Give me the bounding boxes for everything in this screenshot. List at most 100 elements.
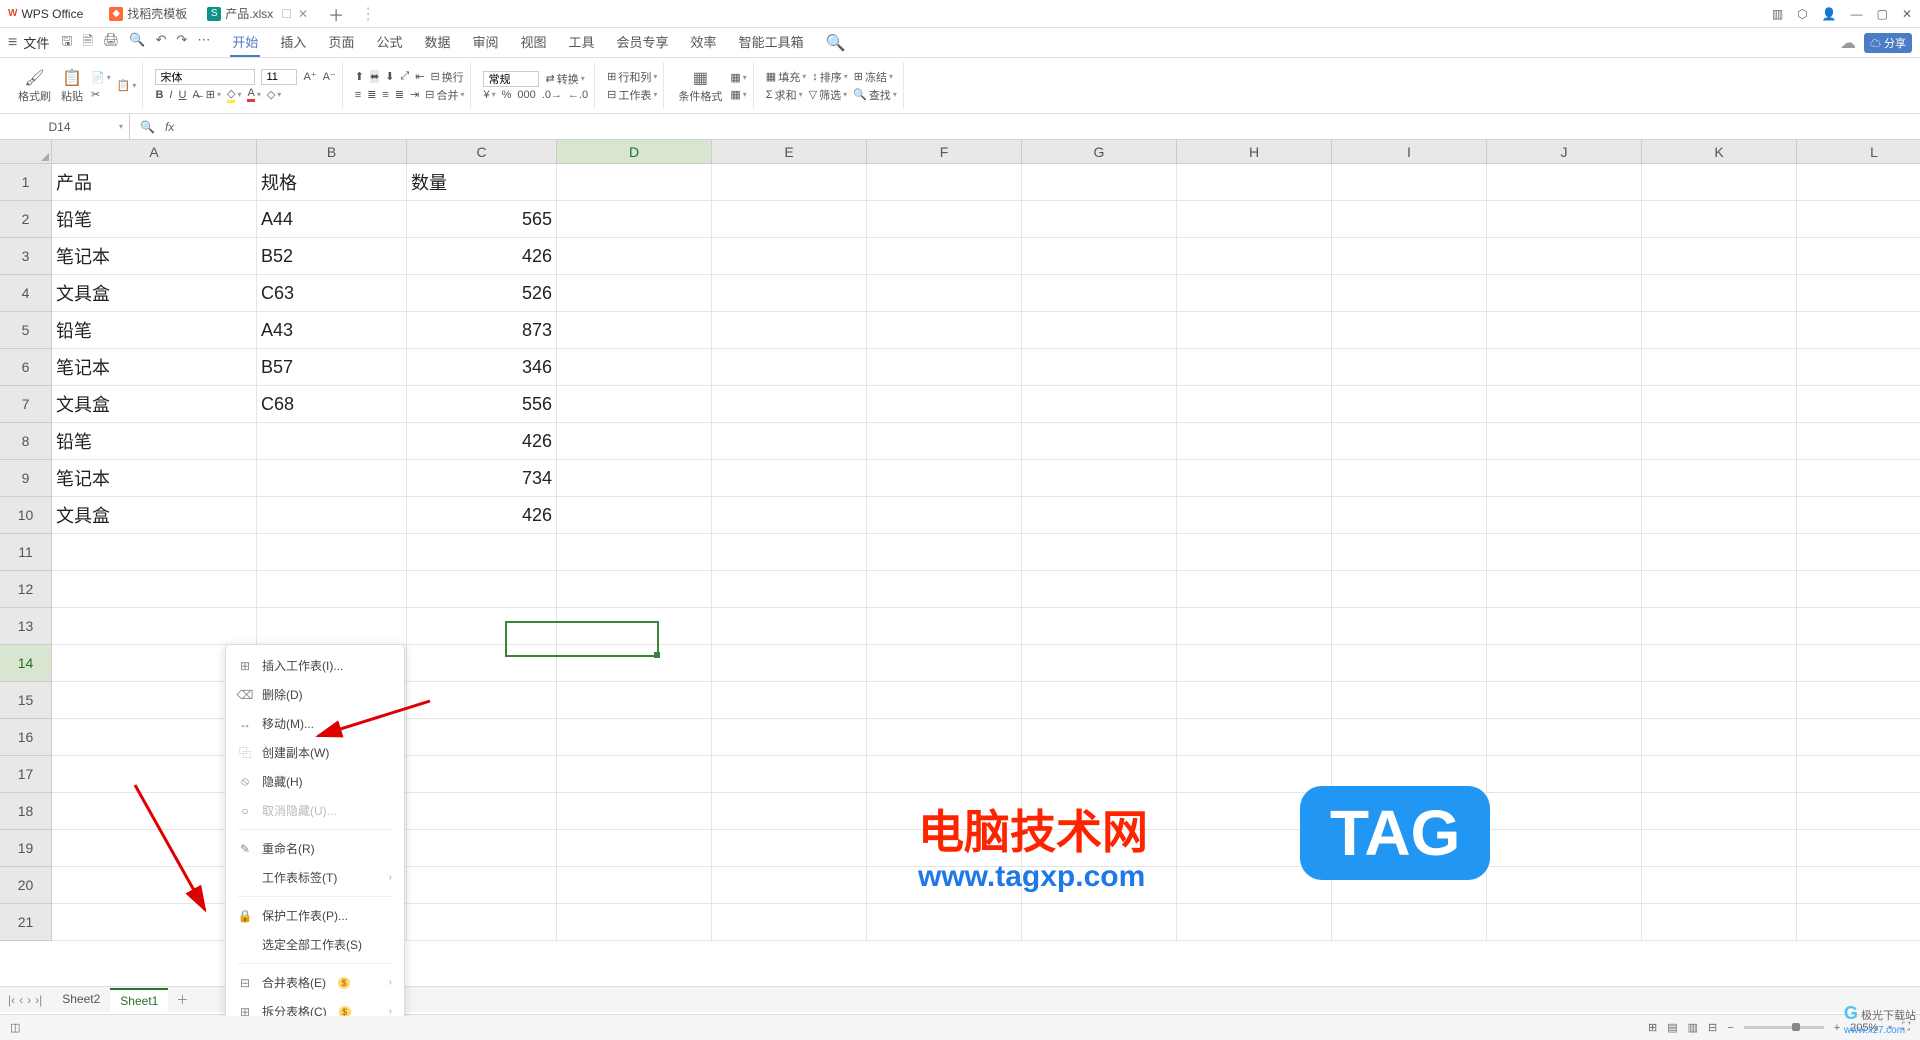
- row-header-3[interactable]: 3: [0, 238, 52, 275]
- cell-G20[interactable]: [1022, 867, 1177, 904]
- align-top-button[interactable]: ⬆: [355, 70, 364, 83]
- cell-B3[interactable]: B52: [257, 238, 407, 275]
- cell-E13[interactable]: [712, 608, 867, 645]
- cell-H5[interactable]: [1177, 312, 1332, 349]
- cell-I8[interactable]: [1332, 423, 1487, 460]
- cell-C3[interactable]: 426: [407, 238, 557, 275]
- cell-F7[interactable]: [867, 386, 1022, 423]
- hamburger-icon[interactable]: ≡: [8, 34, 17, 52]
- ctx-item-2[interactable]: ↔移动(M)...: [226, 709, 404, 738]
- cell-D10[interactable]: [557, 497, 712, 534]
- col-header-K[interactable]: K: [1642, 140, 1797, 164]
- cell-I13[interactable]: [1332, 608, 1487, 645]
- cell-A5[interactable]: 铅笔: [52, 312, 257, 349]
- cell-G13[interactable]: [1022, 608, 1177, 645]
- cell-F15[interactable]: [867, 682, 1022, 719]
- cell-C15[interactable]: [407, 682, 557, 719]
- cell-E10[interactable]: [712, 497, 867, 534]
- sheet-last-icon[interactable]: ›|: [35, 993, 42, 1007]
- cell-I9[interactable]: [1332, 460, 1487, 497]
- indent-inc-button[interactable]: ⇥: [410, 88, 419, 101]
- cell-J11[interactable]: [1487, 534, 1642, 571]
- cell-C21[interactable]: [407, 904, 557, 941]
- cell-K10[interactable]: [1642, 497, 1797, 534]
- cell-H14[interactable]: [1177, 645, 1332, 682]
- cell-D18[interactable]: [557, 793, 712, 830]
- cell-I4[interactable]: [1332, 275, 1487, 312]
- cell-I5[interactable]: [1332, 312, 1487, 349]
- cell-E18[interactable]: [712, 793, 867, 830]
- cell-H15[interactable]: [1177, 682, 1332, 719]
- cell-L7[interactable]: [1797, 386, 1920, 423]
- merge-button[interactable]: ⊟ 合并▾: [425, 87, 464, 103]
- cell-D17[interactable]: [557, 756, 712, 793]
- cell-A13[interactable]: [52, 608, 257, 645]
- cell-G21[interactable]: [1022, 904, 1177, 941]
- cell-C5[interactable]: 873: [407, 312, 557, 349]
- cell-B4[interactable]: C63: [257, 275, 407, 312]
- clear-format-button[interactable]: ◇▾: [267, 88, 281, 101]
- ctx-item-0[interactable]: ⊞插入工作表(I)...: [226, 651, 404, 680]
- cell-D3[interactable]: [557, 238, 712, 275]
- increase-font-button[interactable]: A⁺: [303, 70, 316, 83]
- sum-button[interactable]: Σ 求和▾: [766, 87, 803, 103]
- cell-L21[interactable]: [1797, 904, 1920, 941]
- fx-label[interactable]: fx: [165, 120, 174, 134]
- cell-E1[interactable]: [712, 164, 867, 201]
- indent-dec-button[interactable]: ⇤: [415, 70, 424, 83]
- cell-K3[interactable]: [1642, 238, 1797, 275]
- cell-L6[interactable]: [1797, 349, 1920, 386]
- cell-J1[interactable]: [1487, 164, 1642, 201]
- cell-L17[interactable]: [1797, 756, 1920, 793]
- orientation-button[interactable]: ⤢: [400, 70, 409, 83]
- cell-A9[interactable]: 笔记本: [52, 460, 257, 497]
- menu-tab-10[interactable]: 智能工具箱: [737, 28, 806, 57]
- col-header-A[interactable]: A: [52, 140, 257, 164]
- cell-E16[interactable]: [712, 719, 867, 756]
- cell-L10[interactable]: [1797, 497, 1920, 534]
- name-box[interactable]: D14 ▾: [0, 114, 130, 139]
- cell-C12[interactable]: [407, 571, 557, 608]
- align-bottom-button[interactable]: ⬇: [385, 70, 394, 83]
- cell-I6[interactable]: [1332, 349, 1487, 386]
- italic-button[interactable]: I: [169, 89, 172, 101]
- cell-L18[interactable]: [1797, 793, 1920, 830]
- cell-G2[interactable]: [1022, 201, 1177, 238]
- ctx-item-11[interactable]: ⊞拆分表格(C)$›: [226, 997, 404, 1016]
- cell-A7[interactable]: 文具盒: [52, 386, 257, 423]
- cell-L4[interactable]: [1797, 275, 1920, 312]
- cell-K17[interactable]: [1642, 756, 1797, 793]
- print-icon[interactable]: 🖨: [103, 32, 120, 54]
- cell-I19[interactable]: [1332, 830, 1487, 867]
- cell-J21[interactable]: [1487, 904, 1642, 941]
- sheet-prev-icon[interactable]: ‹: [19, 993, 23, 1007]
- cell-C6[interactable]: 346: [407, 349, 557, 386]
- cell-F11[interactable]: [867, 534, 1022, 571]
- cell-B2[interactable]: A44: [257, 201, 407, 238]
- cell-J16[interactable]: [1487, 719, 1642, 756]
- cell-G10[interactable]: [1022, 497, 1177, 534]
- worksheet-button[interactable]: ⊟ 工作表▾: [607, 87, 657, 103]
- format-brush-button[interactable]: 🖌 格式刷: [16, 66, 53, 106]
- cell-J18[interactable]: [1487, 793, 1642, 830]
- cell-G18[interactable]: [1022, 793, 1177, 830]
- cell-I15[interactable]: [1332, 682, 1487, 719]
- cell-G3[interactable]: [1022, 238, 1177, 275]
- cell-F19[interactable]: [867, 830, 1022, 867]
- view-normal-icon[interactable]: ⊞: [1648, 1021, 1657, 1034]
- ctx-item-6[interactable]: ✎重命名(R): [226, 834, 404, 863]
- cell-C17[interactable]: [407, 756, 557, 793]
- cell-I12[interactable]: [1332, 571, 1487, 608]
- cell-I10[interactable]: [1332, 497, 1487, 534]
- row-header-20[interactable]: 20: [0, 867, 52, 904]
- comma-button[interactable]: 000: [517, 89, 535, 101]
- cell-B12[interactable]: [257, 571, 407, 608]
- border-button[interactable]: ⊞▾: [206, 88, 221, 101]
- fill-color-button[interactable]: ◇▾: [227, 87, 241, 103]
- cell-E9[interactable]: [712, 460, 867, 497]
- cell-B10[interactable]: [257, 497, 407, 534]
- cell-F12[interactable]: [867, 571, 1022, 608]
- font-size-select[interactable]: [261, 69, 297, 85]
- cell-F2[interactable]: [867, 201, 1022, 238]
- cell-G14[interactable]: [1022, 645, 1177, 682]
